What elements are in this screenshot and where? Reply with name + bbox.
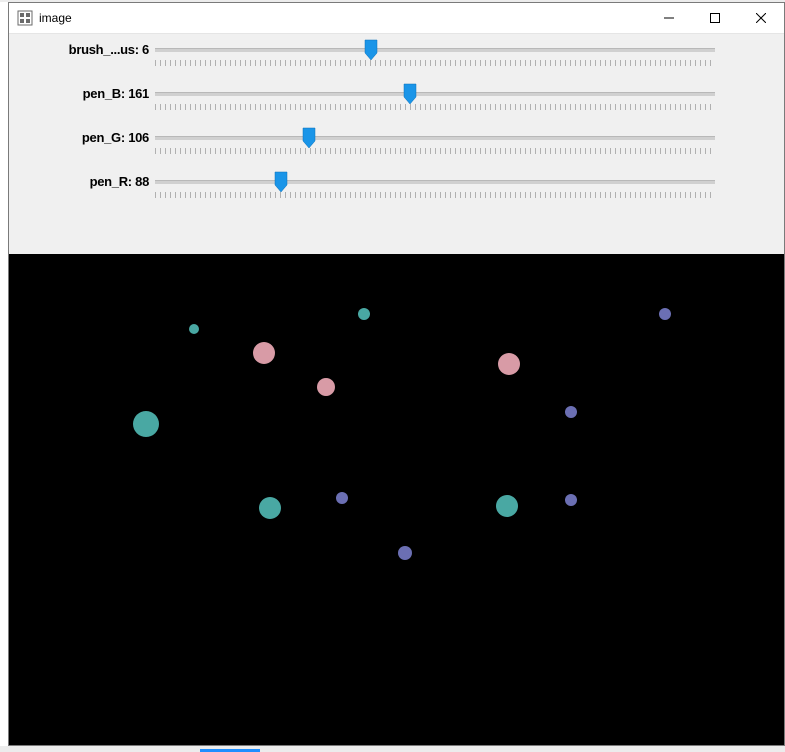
paint-dot	[358, 308, 370, 320]
app-icon	[17, 10, 33, 26]
slider-pen-g[interactable]	[155, 126, 715, 162]
slider-label-pen-b: pen_B: 161	[9, 82, 155, 101]
paint-dot	[133, 411, 159, 437]
slider-thumb[interactable]	[364, 39, 378, 61]
slider-panel: brush_...us: 6 pen_B: 161 pen_G: 106	[9, 34, 784, 254]
slider-label-pen-r: pen_R: 88	[9, 170, 155, 189]
slider-row-pen-g: pen_G: 106	[9, 126, 784, 170]
drawing-canvas[interactable]	[9, 254, 784, 745]
slider-ticks	[155, 192, 715, 198]
slider-row-pen-r: pen_R: 88	[9, 170, 784, 214]
app-window: image brush_...us: 6 pen_B: 161	[8, 2, 785, 746]
slider-thumb[interactable]	[274, 171, 288, 193]
paint-dot	[398, 546, 412, 560]
paint-dot	[336, 492, 348, 504]
slider-row-pen-b: pen_B: 161	[9, 82, 784, 126]
slider-ticks	[155, 104, 715, 110]
slider-track	[155, 136, 715, 140]
paint-dot	[189, 324, 199, 334]
slider-ticks	[155, 60, 715, 66]
slider-label-pen-g: pen_G: 106	[9, 126, 155, 145]
slider-pen-b[interactable]	[155, 82, 715, 118]
paint-dot	[565, 406, 577, 418]
paint-dot	[496, 495, 518, 517]
slider-track	[155, 180, 715, 184]
paint-dot	[659, 308, 671, 320]
paint-dot	[498, 353, 520, 375]
slider-brush[interactable]	[155, 38, 715, 74]
paint-dot	[565, 494, 577, 506]
slider-thumb[interactable]	[403, 83, 417, 105]
paint-dot	[317, 378, 335, 396]
minimize-button[interactable]	[646, 3, 692, 33]
paint-dot	[259, 497, 281, 519]
paint-dot	[253, 342, 275, 364]
slider-track	[155, 48, 715, 52]
slider-row-brush: brush_...us: 6	[9, 38, 784, 82]
maximize-button[interactable]	[692, 3, 738, 33]
slider-track	[155, 92, 715, 96]
window-title: image	[39, 11, 72, 25]
slider-label-brush: brush_...us: 6	[9, 38, 155, 57]
slider-pen-r[interactable]	[155, 170, 715, 206]
slider-ticks	[155, 148, 715, 154]
close-button[interactable]	[738, 3, 784, 33]
title-bar[interactable]: image	[9, 3, 784, 34]
slider-thumb[interactable]	[302, 127, 316, 149]
